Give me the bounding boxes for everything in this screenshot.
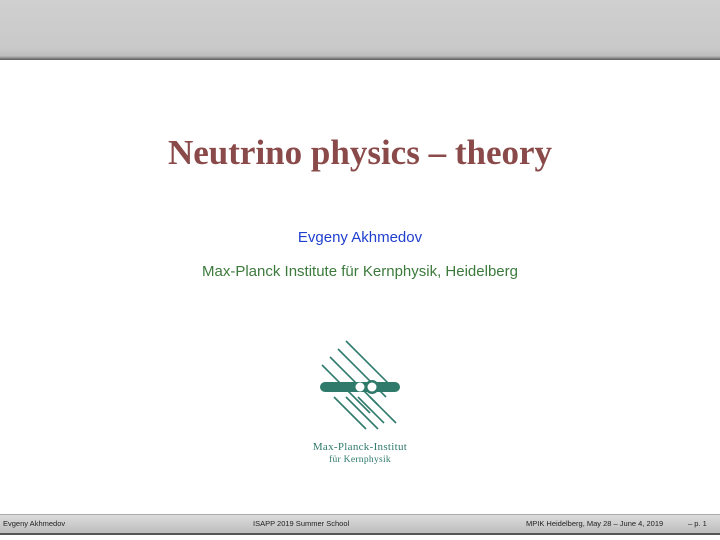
mpik-logo: Max-Planck-Institut für Kernphysik [290, 335, 430, 465]
logo-text-line2: für Kernphysik [329, 455, 391, 465]
footer-event: ISAPP 2019 Summer School [253, 519, 350, 528]
header-bar [0, 0, 720, 60]
footer-location-date: MPIK Heidelberg, May 28 – June 4, 2019 [526, 519, 664, 528]
author-name: Evgeny Akhmedov [297, 229, 423, 246]
footer-page-number: – p. 1 [688, 519, 707, 528]
affiliation: Max-Planck Institute für Kernphysik, Hei… [202, 263, 518, 280]
slide-title: Neutrino physics – theory [167, 133, 553, 172]
footer-bar: Evgeny Akhmedov ISAPP 2019 Summer School… [0, 514, 720, 535]
logo-text-line1: Max-Planck-Institut [312, 441, 408, 453]
footer-author: Evgeny Akhmedov [3, 519, 66, 528]
mpik-logo-icon [320, 340, 400, 430]
